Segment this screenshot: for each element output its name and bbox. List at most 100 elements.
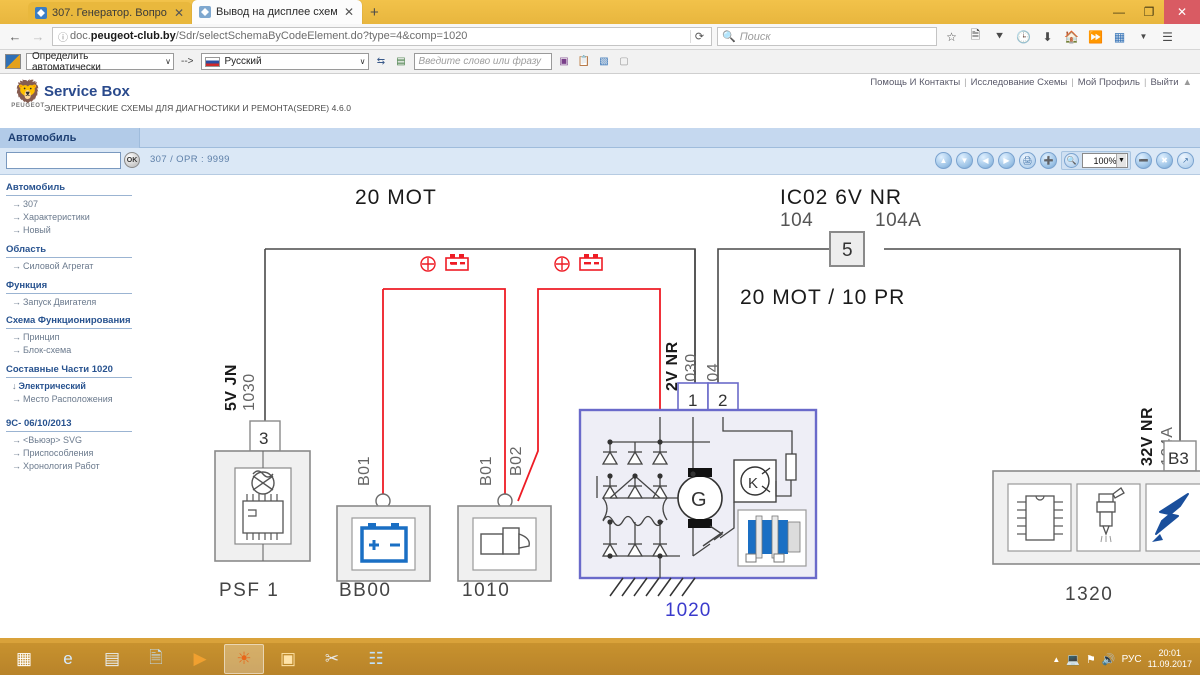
menu-icon[interactable]: ☰ (1158, 27, 1177, 46)
clock[interactable]: 20:01 11.09.2017 (1148, 648, 1196, 670)
browser-search-box[interactable]: 🔍 Поиск (717, 27, 937, 46)
translate-phrase-input[interactable]: Введите слово или фразу (414, 53, 552, 70)
link-logout[interactable]: Выйти (1146, 77, 1182, 88)
russian-flag-icon (205, 57, 220, 67)
history-icon[interactable]: 🕒 (1014, 27, 1033, 46)
source-language-select[interactable]: Определить автоматически ∨ (26, 53, 174, 70)
wire-label-b01-a: B01 (356, 456, 373, 486)
remote-desktop-icon[interactable]: ☷ (356, 644, 396, 674)
component-1010[interactable]: 1010 (458, 506, 551, 601)
translate-selection-icon[interactable]: ▧ (597, 54, 612, 69)
zoom-out-button[interactable]: ➖ (1135, 152, 1152, 169)
photo-viewer-icon[interactable]: ▣ (268, 644, 308, 674)
volume-icon[interactable]: 🔊 (1102, 653, 1116, 666)
title-left: 20 MOT (355, 186, 437, 209)
sidebar-heading: Автомобиль (6, 182, 132, 196)
sidebar-item-characteristics[interactable]: →Характеристики (6, 209, 132, 222)
component-bb00[interactable]: BB00 (337, 506, 430, 601)
sidebar-item-electrical[interactable]: ↓Электрический (6, 378, 132, 391)
action-center-icon[interactable]: ⚑ (1086, 653, 1096, 666)
scroll-up-button[interactable]: ▲ (935, 152, 952, 169)
sidebar-item-svg-viewer[interactable]: →<Вьюэр> SVG (6, 432, 132, 445)
window-controls: — ❐ ✕ (1104, 0, 1200, 24)
sidebar-item-block-diagram[interactable]: →Блок-схема (6, 342, 132, 355)
maximize-button[interactable]: ❐ (1134, 0, 1164, 24)
start-button[interactable]: ▦ (4, 644, 44, 674)
language-indicator[interactable]: РУС (1122, 654, 1142, 665)
sidebar-item-work-history[interactable]: →Хронология Работ (6, 458, 132, 471)
sidebar-item-307[interactable]: →307 (6, 196, 132, 209)
zoom-search-icon[interactable]: 🔍 (1064, 153, 1079, 168)
reload-icon[interactable]: ⟳ (690, 30, 708, 43)
sidebar-item-tools[interactable]: →Приспособления (6, 445, 132, 458)
link-help-contacts[interactable]: Помощь И Контакты (866, 77, 964, 88)
options-icon[interactable]: ▢ (617, 54, 632, 69)
downloads-icon[interactable]: ⬇ (1038, 27, 1057, 46)
sidebar-item-engine-start[interactable]: →Запуск Двигателя (6, 294, 132, 307)
vin-search-input[interactable] (6, 152, 121, 169)
internet-explorer-icon[interactable]: e (48, 644, 88, 674)
zoom-in-button[interactable]: ➕ (1040, 152, 1057, 169)
print-button[interactable]: 🖨 (1019, 152, 1036, 169)
arrow-icon: → (12, 332, 23, 342)
component-1320[interactable]: 1320 (993, 471, 1200, 605)
clipboard-icon[interactable]: 📋 (577, 54, 592, 69)
close-window-button[interactable]: ✕ (1164, 0, 1200, 24)
back-icon[interactable]: ← (6, 28, 24, 46)
forward-icon[interactable]: → (29, 28, 47, 46)
sidebar-item-powertrain[interactable]: →Силовой Агрегат (6, 258, 132, 271)
schematic-canvas[interactable]: .wb { stroke:#4a4a4a; stroke-width:1.6; … (140, 176, 1200, 638)
ok-button[interactable]: OK (124, 152, 140, 168)
collapse-icon[interactable]: ▲ (1183, 77, 1192, 88)
link-my-profile[interactable]: Мой Профиль (1074, 77, 1144, 88)
tab-vehicle[interactable]: Автомобиль (0, 128, 140, 148)
browser-tab-1[interactable]: 307. Генератор. Вопросы п ✕ (28, 2, 192, 24)
home-icon[interactable]: 🏠 (1062, 27, 1081, 46)
chevron-down-icon: ▼ (1116, 154, 1126, 167)
splice-label-5: 5 (842, 240, 853, 261)
component-1020[interactable]: 1 2 (580, 383, 816, 621)
calculator-icon[interactable]: ▤ (92, 644, 132, 674)
dictionary-icon[interactable]: ▣ (557, 54, 572, 69)
sidebar-item-label: Блок-схема (23, 345, 71, 355)
notepad-icon[interactable]: 🗎 (136, 644, 176, 674)
star-icon[interactable]: ☆ (942, 27, 961, 46)
sidebar-item-location[interactable]: →Место Расположения (6, 391, 132, 404)
link-schema-research[interactable]: Исследование Схемы (967, 77, 1072, 88)
tab-close-icon[interactable]: ✕ (342, 7, 356, 17)
arrow-icon: → (12, 199, 23, 209)
translate-page-icon[interactable]: ▤ (394, 54, 409, 69)
network-icon[interactable]: 💻 (1066, 653, 1080, 666)
scroll-left-button[interactable]: ◀ (977, 152, 994, 169)
arrow-icon: → (12, 345, 23, 355)
media-player-icon[interactable]: ▶ (180, 644, 220, 674)
wire-label-104-top: 104 (780, 210, 813, 231)
firefox-icon[interactable]: ☀ (224, 644, 264, 674)
expand-tray-icon[interactable]: ▲ (1052, 655, 1060, 664)
new-tab-button[interactable]: + (362, 2, 387, 24)
scroll-right-button[interactable]: ▶ (998, 152, 1015, 169)
scroll-down-button[interactable]: ▼ (956, 152, 973, 169)
browser-tab-2[interactable]: Вывод на дисплее схемы ✕ (192, 0, 362, 24)
send-icon[interactable]: ⏩ (1086, 27, 1105, 46)
fit-screen-button[interactable]: ✖ (1156, 152, 1173, 169)
minimize-button[interactable]: — (1104, 0, 1134, 24)
swap-languages-icon[interactable]: ⇆ (374, 54, 389, 69)
address-bar[interactable]: ⓘ doc.peugeot-club.by/Sdr/selectSchemaBy… (52, 27, 712, 46)
reader-icon[interactable]: 🗎 (966, 27, 985, 46)
tools-icon[interactable]: ✂ (312, 644, 352, 674)
translate-icon[interactable]: ▦ (1110, 27, 1129, 46)
taskbar: ▦ e ▤ 🗎 ▶ ☀ ▣ ✂ ☷ ▲ 💻 ⚑ 🔊 РУС 20:01 11.0… (0, 643, 1200, 675)
open-new-window-button[interactable]: ↗ (1177, 152, 1194, 169)
target-language-select[interactable]: Русский ∨ (201, 53, 369, 70)
sidebar-item-principle[interactable]: →Принцип (6, 329, 132, 342)
chevron-down-icon[interactable]: ▼ (1134, 27, 1153, 46)
sidebar-group-vehicle: Автомобиль →307 →Характеристики →Новый (6, 182, 132, 235)
component-psf1[interactable]: PSF 1 (215, 451, 310, 601)
site-info-icon[interactable]: ⓘ (56, 29, 70, 44)
pocket-icon[interactable]: ⯆ (990, 27, 1009, 46)
tab-close-icon[interactable]: ✕ (172, 8, 186, 18)
pin-label-b3: B3 (1168, 449, 1189, 468)
sidebar-item-new[interactable]: →Новый (6, 222, 132, 235)
zoom-level-select[interactable]: 100% ▼ (1082, 153, 1128, 168)
